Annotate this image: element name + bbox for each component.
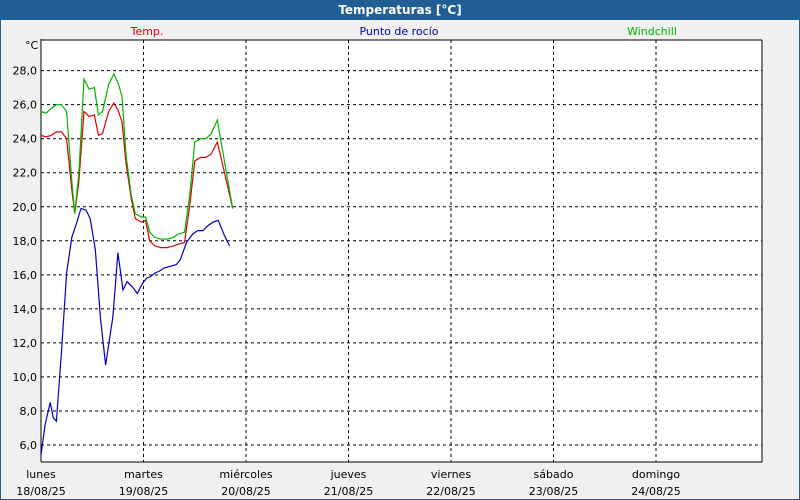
- legend-item: Windchill: [627, 25, 677, 38]
- y-tick-label: 20,0: [13, 201, 38, 214]
- plot-background: [41, 40, 762, 462]
- grid: [41, 40, 762, 462]
- legend-item: Temp.: [130, 25, 164, 38]
- y-tick-label: 26,0: [13, 99, 38, 112]
- y-tick-label: 16,0: [13, 269, 38, 282]
- x-tick-date: 21/08/25: [324, 485, 373, 498]
- x-tick-day: martes: [124, 468, 163, 481]
- y-tick-label: 6,0: [20, 439, 38, 452]
- y-axis-unit: °C: [25, 39, 39, 52]
- x-tick-date: 20/08/25: [221, 485, 270, 498]
- chart-area: 6,0 8,0 10,0 12,0 14,0 16,0 18,0 20,0 22,0 24,0 26…: [13, 25, 763, 498]
- x-tick-labels: lunes 18/08/25 martes 19/08/25 miércoles 20/0…: [16, 468, 680, 498]
- y-tick-label: 14,0: [13, 303, 38, 316]
- x-tick-day: viernes: [431, 468, 471, 481]
- legend: Temp. Punto de rocío Windchill: [130, 25, 677, 38]
- y-tick-label: 18,0: [13, 235, 38, 248]
- x-tick-date: 18/08/25: [16, 485, 65, 498]
- chart-title: Temperaturas [°C]: [0, 0, 800, 20]
- x-tick-date: 19/08/25: [119, 485, 168, 498]
- chart-frame: 6,0 8,0 10,0 12,0 14,0 16,0 18,0 20,0 22,0 24,0 26…: [0, 20, 800, 500]
- x-tick-day: lunes: [26, 468, 56, 481]
- x-tick-day: miércoles: [219, 468, 272, 481]
- y-tick-label: 28,0: [13, 65, 38, 78]
- x-tick-date: 22/08/25: [426, 485, 475, 498]
- y-tick-label: 12,0: [13, 337, 38, 350]
- legend-item: Punto de rocío: [359, 25, 438, 38]
- y-tick-label: 22,0: [13, 167, 38, 180]
- x-tick-day: domingo: [632, 468, 680, 481]
- y-tick-label: 10,0: [13, 371, 38, 384]
- x-tick-date: 24/08/25: [631, 485, 680, 498]
- x-tick-day: jueves: [330, 468, 367, 481]
- y-tick-labels: 6,0 8,0 10,0 12,0 14,0 16,0 18,0 20,0 22,0 24,0 26…: [13, 39, 39, 452]
- y-tick-label: 24,0: [13, 133, 38, 146]
- x-tick-date: 23/08/25: [529, 485, 578, 498]
- x-tick-day: sábado: [534, 468, 574, 481]
- y-tick-label: 8,0: [20, 405, 38, 418]
